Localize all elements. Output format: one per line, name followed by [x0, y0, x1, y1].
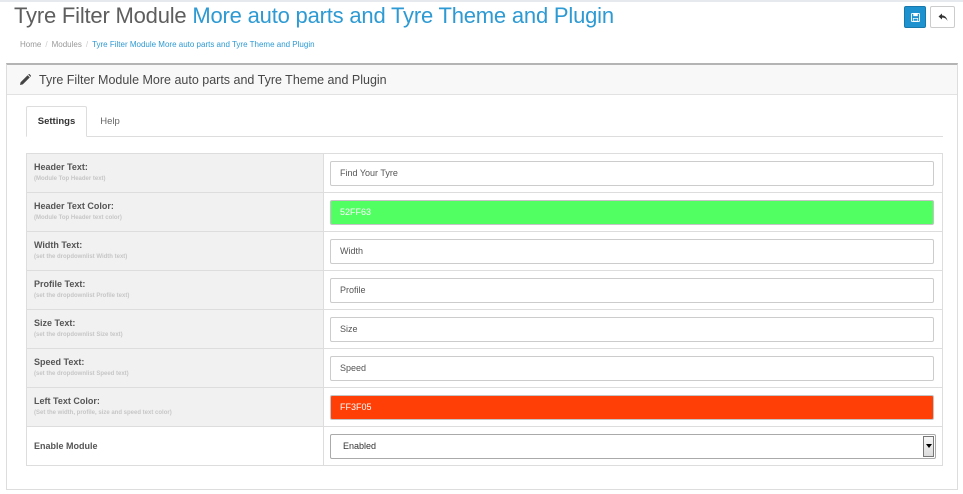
enable-module-selected: Enabled	[343, 441, 377, 451]
page-title-plain: Tyre Filter Module	[14, 3, 187, 28]
field-help: (Module Top Header text)	[34, 176, 106, 182]
save-icon	[910, 12, 920, 22]
field-help: (set the dropdownlist Profile text)	[34, 293, 130, 299]
field-label: Speed Text:	[34, 357, 85, 367]
size-text-input[interactable]: Size	[330, 316, 934, 342]
width-text-input[interactable]: Width	[330, 238, 934, 264]
field-row-profile-text: Profile Text: (set the dropdownlist Prof…	[26, 270, 943, 310]
breadcrumb-modules[interactable]: Modules	[52, 40, 82, 49]
field-row-header-text-color: Header Text Color: (Module Top Header te…	[26, 192, 943, 232]
settings-panel: Tyre Filter Module More auto parts and T…	[6, 63, 958, 490]
breadcrumb: Home / Modules / Tyre Filter Module More aut…	[20, 40, 315, 49]
tab-help[interactable]: Help	[87, 106, 133, 137]
field-help: (set the dropdownlist Speed text)	[34, 371, 129, 377]
breadcrumb-separator: /	[85, 40, 89, 49]
panel-heading: Tyre Filter Module More auto parts and T…	[7, 65, 957, 95]
header-text-color-input[interactable]: 52FF63	[330, 199, 934, 225]
tab-settings[interactable]: Settings	[26, 106, 87, 137]
field-label: Profile Text:	[34, 279, 86, 289]
dropdown-arrow-button[interactable]	[923, 435, 934, 457]
field-help: (Module Top Header text color)	[34, 215, 122, 221]
pencil-icon	[20, 73, 31, 85]
page-title: Tyre Filter Module More auto parts and T…	[14, 3, 614, 29]
field-label: Left Text Color:	[34, 396, 100, 406]
field-help: (set the dropdownlist Size text)	[34, 332, 123, 338]
save-button[interactable]	[904, 6, 926, 28]
reply-icon	[938, 13, 947, 21]
field-help: (Set the width, profile, size and speed …	[34, 410, 172, 416]
field-row-size-text: Size Text: (set the dropdownlist Size te…	[26, 309, 943, 349]
page-title-link: More auto parts and Tyre Theme and Plugi…	[192, 3, 614, 28]
field-row-left-text-color: Left Text Color: (Set the width, profile…	[26, 387, 943, 427]
field-row-header-text: Header Text: (Module Top Header text) Fi…	[26, 153, 943, 193]
field-help: (set the dropdownlist Width text)	[34, 254, 128, 260]
field-row-enable-module: Enable Module Enabled	[26, 426, 943, 466]
caret-down-icon	[925, 444, 932, 448]
field-row-speed-text: Speed Text: (set the dropdownlist Speed …	[26, 348, 943, 388]
profile-text-input[interactable]: Profile	[330, 277, 934, 303]
breadcrumb-current[interactable]: Tyre Filter Module More auto parts and T…	[92, 40, 314, 49]
field-label: Size Text:	[34, 318, 76, 328]
breadcrumb-separator: /	[45, 40, 48, 49]
header-text-input[interactable]: Find Your Tyre	[330, 160, 934, 186]
enable-module-label: Enable Module	[34, 440, 98, 451]
back-button[interactable]	[930, 6, 955, 28]
field-label: Width Text:	[34, 240, 83, 250]
field-label: Header Text Color:	[34, 201, 114, 211]
left-text-color-input[interactable]: FF3F05	[330, 394, 934, 420]
top-border	[0, 0, 963, 2]
enable-module-select[interactable]: Enabled	[330, 433, 936, 459]
panel-title: Tyre Filter Module More auto parts and T…	[39, 72, 387, 87]
breadcrumb-home[interactable]: Home	[20, 40, 41, 49]
tab-bar: Settings Help	[26, 106, 943, 137]
settings-form: Header Text: (Module Top Header text) Fi…	[26, 153, 943, 466]
field-row-width-text: Width Text: (set the dropdownlist Width …	[26, 231, 943, 271]
field-label: Header Text:	[34, 162, 88, 172]
speed-text-input[interactable]: Speed	[330, 355, 934, 381]
